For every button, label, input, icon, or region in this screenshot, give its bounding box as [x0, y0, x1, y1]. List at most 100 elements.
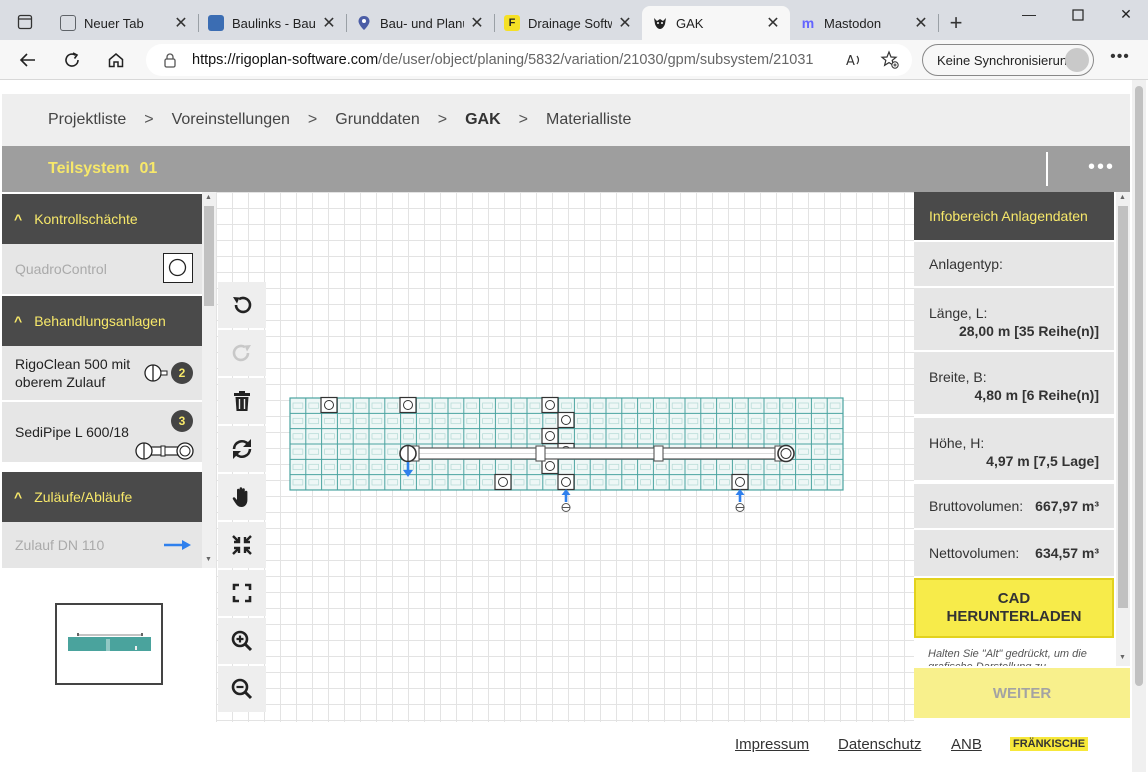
breadcrumb-gak-current[interactable]: GAK: [465, 111, 501, 129]
tab-baulinks[interactable]: Baulinks - Baupr ✕: [198, 6, 346, 40]
scroll-down-icon[interactable]: ▼: [1119, 654, 1126, 661]
minimap-overview[interactable]: [55, 603, 163, 685]
tab-neuer-tab[interactable]: Neuer Tab ✕: [50, 6, 198, 40]
tab-label: Mastodon: [824, 15, 882, 31]
item-rigoclean-500[interactable]: RigoClean 500 mit oberem Zulauf 2: [2, 346, 202, 400]
cad-download-button[interactable]: CAD HERUNTERLADEN: [914, 578, 1114, 638]
info-row-laenge: Länge, L: 28,00 m [35 Reihe(n)]: [914, 288, 1114, 350]
read-aloud-icon[interactable]: A: [842, 48, 866, 72]
section-kontrollschaechte[interactable]: ^ Kontrollschächte: [2, 194, 202, 244]
pan-button[interactable]: [218, 474, 266, 520]
reload-icon[interactable]: [60, 48, 84, 72]
browser-tab-bar: Neuer Tab ✕ Baulinks - Baupr ✕ Bau- und …: [0, 0, 1148, 40]
close-tab-icon[interactable]: ✕: [914, 13, 928, 33]
profile-avatar[interactable]: [1065, 48, 1089, 72]
fullscreen-button[interactable]: [218, 570, 266, 616]
scrollbar-thumb[interactable]: [1118, 206, 1128, 608]
quadrocontrol-shaft: [541, 427, 559, 445]
rotate-button[interactable]: [218, 426, 266, 472]
breadcrumb-materialliste[interactable]: Materialliste: [546, 111, 631, 129]
item-label: QuadroControl: [15, 261, 107, 277]
back-icon[interactable]: [16, 48, 40, 72]
tab-bau-und-planung[interactable]: Bau- und Planun ✕: [346, 6, 494, 40]
hoehe-label: Höhe, H:: [929, 435, 985, 451]
breadcrumb-voreinstellungen[interactable]: Voreinstellungen: [172, 111, 290, 129]
browser-menu-icon[interactable]: •••: [1106, 48, 1134, 72]
scrollbar-thumb[interactable]: [204, 206, 214, 306]
breadcrumb-separator: >: [437, 111, 448, 128]
item-quadrocontrol[interactable]: QuadroControl: [2, 244, 202, 294]
info-panel: Infobereich Anlagendaten Anlagentyp: Län…: [914, 192, 1114, 720]
subsystem-title[interactable]: Teilsystem 01: [48, 160, 157, 178]
scroll-down-icon[interactable]: ▼: [205, 556, 212, 563]
quadrocontrol-shaft: [731, 473, 749, 491]
close-tab-icon[interactable]: ✕: [618, 13, 632, 33]
lock-icon[interactable]: [162, 52, 178, 68]
delete-button[interactable]: [218, 378, 266, 424]
section-behandlungsanlagen[interactable]: ^ Behandlungsanlagen: [2, 296, 202, 346]
close-tab-icon[interactable]: ✕: [470, 13, 484, 33]
tab-gak-active[interactable]: GAK ✕: [642, 6, 790, 40]
tab-actions-button[interactable]: [8, 8, 42, 36]
page-scrollbar[interactable]: [1132, 80, 1146, 772]
map-pin-favicon: [356, 15, 372, 31]
laenge-value: 28,00 m [35 Reihe(n)]: [958, 323, 1099, 339]
item-zulauf-dn-110[interactable]: Zulauf DN 110: [2, 522, 202, 568]
anb-link[interactable]: ANB: [951, 736, 982, 753]
rigoplan-app: Projektliste > Voreinstellungen > Grundd…: [2, 80, 1130, 772]
shaft-icon: [163, 253, 193, 283]
outlet-shaft: [777, 444, 795, 463]
scroll-up-icon[interactable]: ▲: [205, 194, 212, 201]
more-options-icon[interactable]: •••: [1088, 156, 1115, 179]
zoom-out-button[interactable]: [218, 666, 266, 712]
sidebar-scrollbar[interactable]: ▲ ▼: [202, 192, 216, 568]
minimize-icon[interactable]: —: [1017, 6, 1041, 22]
planning-canvas[interactable]: [216, 192, 914, 722]
info-panel-scrollbar[interactable]: ▲ ▼: [1116, 192, 1130, 666]
datenschutz-link[interactable]: Datenschutz: [838, 736, 921, 753]
tab-mastodon[interactable]: m Mastodon ✕: [790, 6, 938, 40]
undo-button[interactable]: [218, 282, 266, 328]
sedipipe-coupling: [535, 445, 546, 462]
scrollbar-thumb[interactable]: [1135, 86, 1143, 686]
breadcrumb-separator: >: [307, 111, 318, 128]
zoom-in-button[interactable]: [218, 618, 266, 664]
bruttovolumen-label: Bruttovolumen:: [929, 498, 1024, 514]
breadcrumb-projektliste[interactable]: Projektliste: [48, 111, 126, 129]
laenge-label: Länge, L:: [929, 305, 988, 321]
favorite-star-icon[interactable]: [878, 48, 902, 72]
tab-label: Baulinks - Baupr: [232, 15, 316, 31]
divider: [1046, 152, 1048, 186]
canvas-toolbar: [218, 282, 266, 718]
item-label: SediPipe L 600/18: [15, 424, 129, 440]
close-tab-icon[interactable]: ✕: [766, 13, 780, 33]
weiter-button[interactable]: WEITER: [914, 668, 1130, 718]
close-tab-icon[interactable]: ✕: [322, 13, 336, 33]
scroll-up-icon[interactable]: ▲: [1119, 194, 1126, 201]
redo-button[interactable]: [218, 330, 266, 376]
section-zulaeufe-ablaeufe[interactable]: ^ Zuläufe/Abläufe: [2, 472, 202, 522]
info-row-nettovolumen: Nettovolumen: 634,57 m³: [914, 530, 1114, 576]
url-input[interactable]: https://rigoplan-software.com/de/user/ob…: [146, 44, 912, 76]
item-label: Zulauf DN 110: [15, 537, 105, 553]
new-tab-button[interactable]: +: [944, 10, 968, 36]
chevron-up-icon: ^: [14, 489, 23, 505]
breadcrumb-grunddaten[interactable]: Grunddaten: [335, 111, 420, 129]
count-badge: 2: [171, 362, 193, 384]
fullscreen-icon: [232, 583, 252, 603]
sync-button[interactable]: Keine Synchronisierung: [922, 44, 1094, 76]
maximize-icon[interactable]: [1066, 8, 1090, 24]
close-window-icon[interactable]: ✕: [1114, 6, 1138, 23]
tab-label: GAK: [676, 15, 704, 31]
home-icon[interactable]: [104, 48, 128, 72]
item-sedipipe[interactable]: SediPipe L 600/18 3: [2, 402, 202, 462]
system-drawing[interactable]: [216, 192, 914, 722]
close-tab-icon[interactable]: ✕: [174, 13, 188, 33]
trash-icon: [234, 391, 250, 411]
breadcrumb-separator: >: [518, 111, 529, 128]
chevron-up-icon: ^: [14, 313, 23, 329]
fraenkische-logo[interactable]: FRÄNKISCHE: [1010, 737, 1089, 751]
impressum-link[interactable]: Impressum: [735, 736, 809, 753]
fit-to-screen-button[interactable]: [218, 522, 266, 568]
tab-drainage-software[interactable]: F Drainage Softwa ✕: [494, 6, 642, 40]
